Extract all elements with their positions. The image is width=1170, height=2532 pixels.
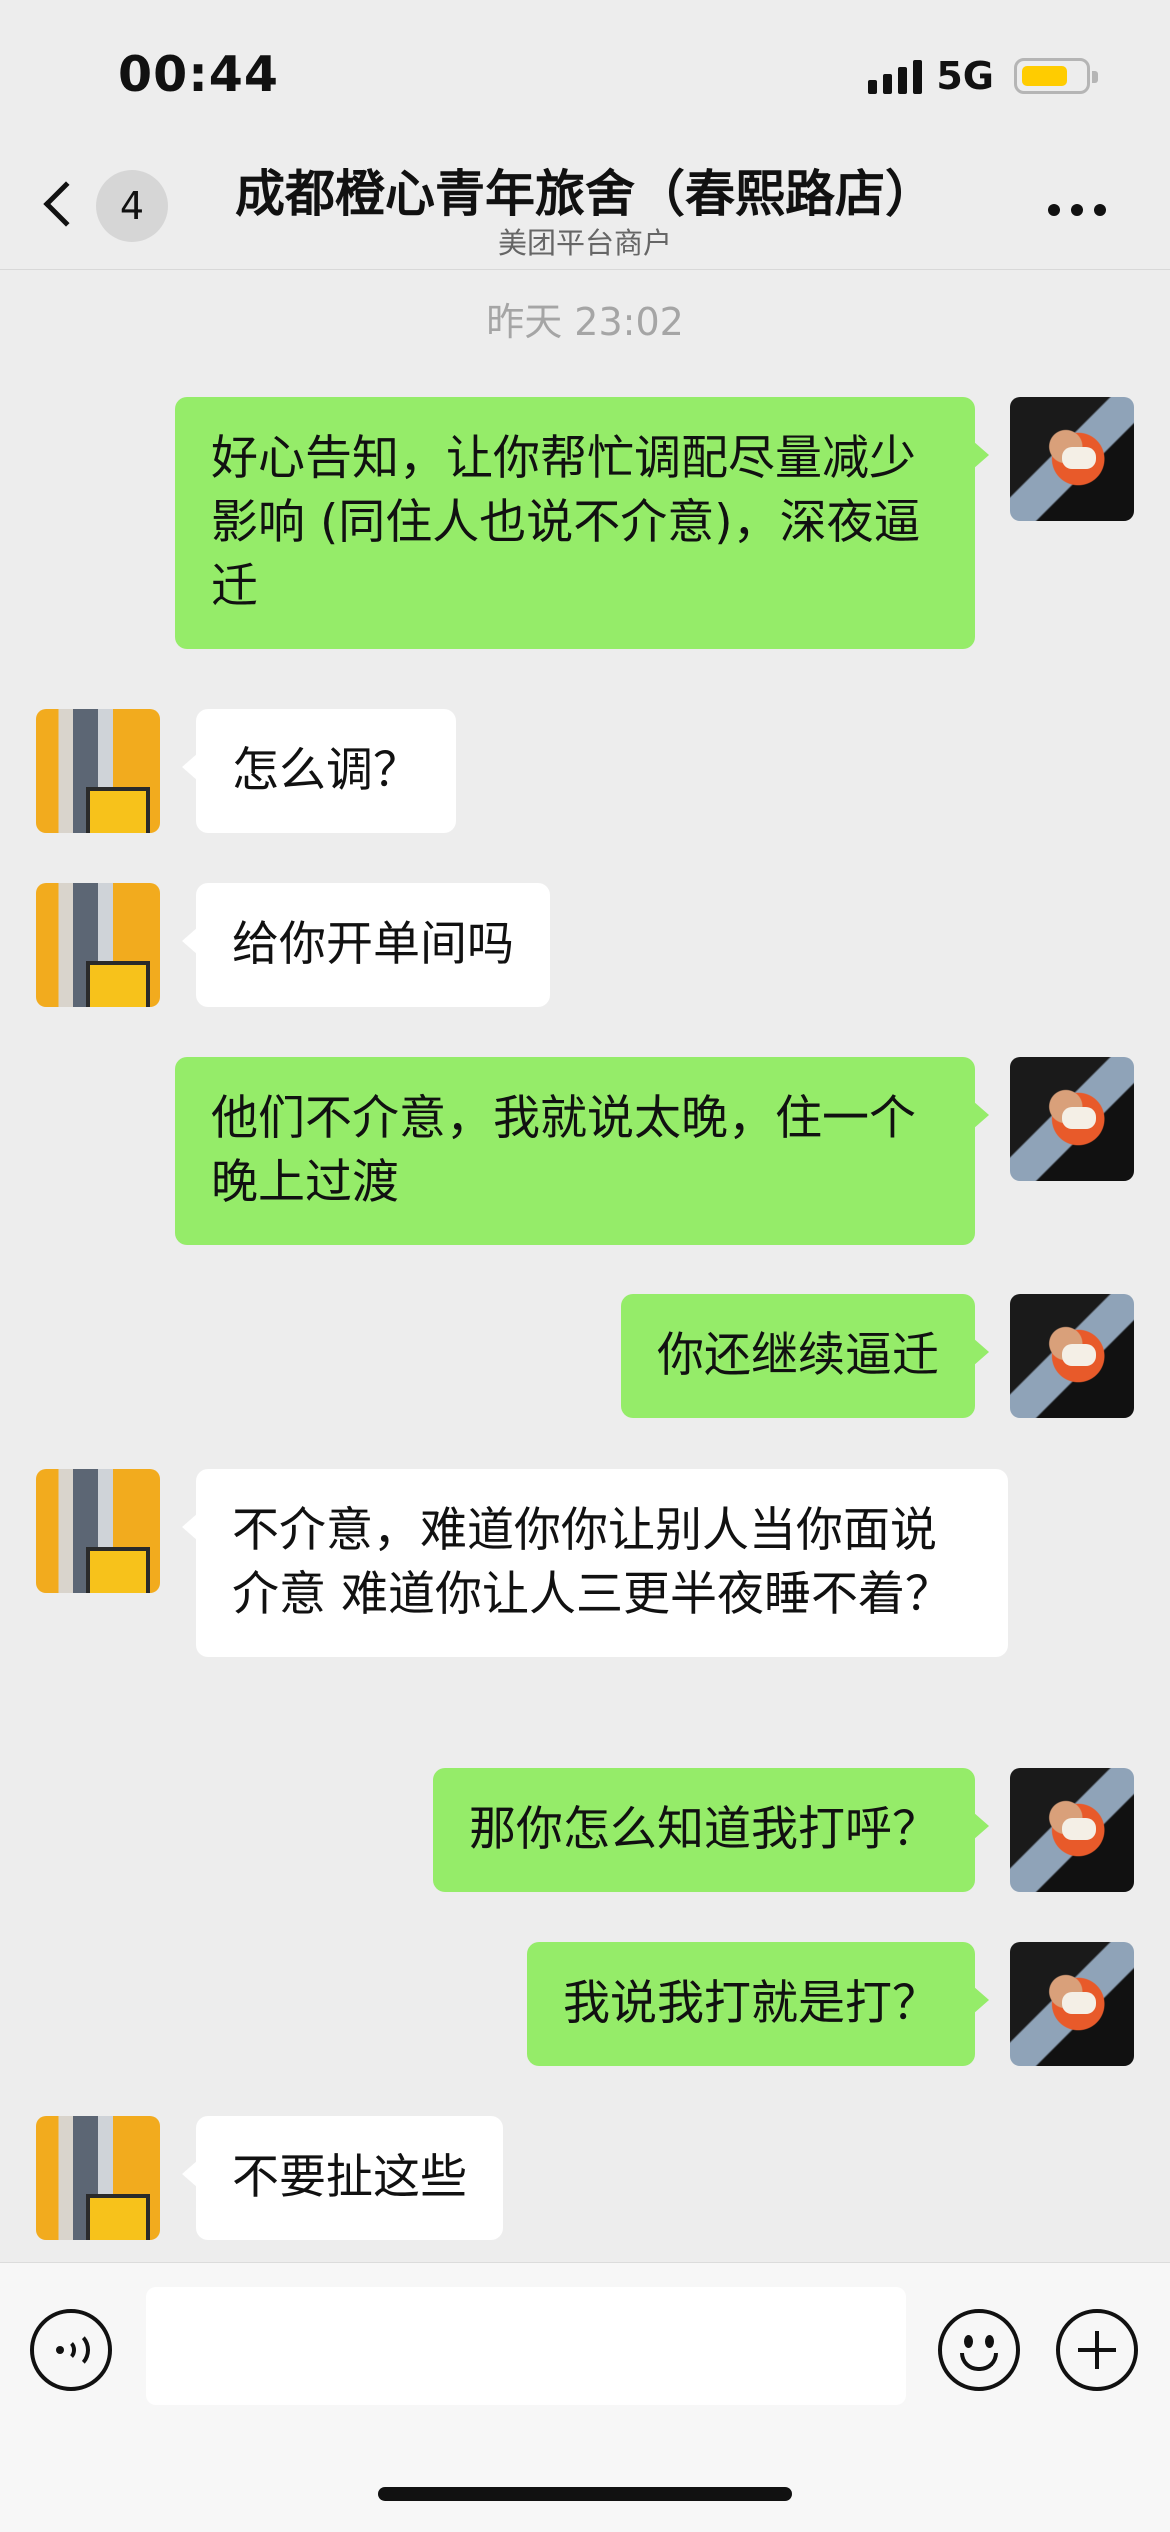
message-bubble[interactable]: 那你怎么知道我打呼？ [433, 1768, 989, 1892]
signal-icon [868, 58, 923, 94]
home-indicator[interactable] [378, 2487, 792, 2501]
merchant-avatar[interactable] [36, 1469, 160, 1593]
my-avatar[interactable] [1010, 1294, 1134, 1418]
message-timestamp: 昨天 23:02 [486, 300, 684, 344]
message-bubble[interactable]: 怎么调？ [182, 709, 456, 833]
more-options-button[interactable] [1040, 180, 1120, 240]
message-bubble[interactable]: 我说我打就是打？ [527, 1942, 989, 2066]
chat-header: 4 成都橙心青年旅舍（春熙路店） 美团平台商户 [0, 140, 1170, 270]
status-indicators: 5G [868, 54, 1098, 98]
message-bubble[interactable]: 不介意，难道你你让别人当你面说介意 难道你让人三更半夜睡不着？ [182, 1469, 1008, 1657]
message-input[interactable] [146, 2287, 906, 2405]
message-bubble[interactable]: 他们不介意，我就说太晚，住一个晚上过渡 [175, 1057, 989, 1245]
voice-input-button[interactable] [30, 2309, 112, 2391]
message-bubble[interactable]: 好心告知，让你帮忙调配尽量减少影响 (同住人也说不介意)，深夜逼迁 [175, 397, 989, 649]
message-list[interactable]: 昨天 23:02 好心告知，让你帮忙调配尽量减少影响 (同住人也说不介意)，深夜… [0, 271, 1170, 2261]
voice-icon [56, 2331, 90, 2369]
message-input-bar [0, 2262, 1170, 2532]
battery-level [1022, 66, 1067, 86]
my-avatar[interactable] [1010, 1057, 1134, 1181]
more-actions-button[interactable] [1056, 2309, 1138, 2391]
merchant-avatar[interactable] [36, 2116, 160, 2240]
status-bar: 00:44 5G [0, 0, 1170, 140]
merchant-avatar[interactable] [36, 883, 160, 1007]
my-avatar[interactable] [1010, 1768, 1134, 1892]
message-bubble[interactable]: 给你开单间吗 [182, 883, 550, 1007]
message-bubble[interactable]: 不要扯这些 [182, 2116, 503, 2240]
message-bubble[interactable]: 你还继续逼迁 [621, 1294, 989, 1418]
more-icon [1048, 204, 1106, 216]
chat-title: 成都橙心青年旅舍（春熙路店） [235, 165, 935, 223]
network-label: 5G [936, 54, 994, 98]
battery-icon [1014, 58, 1098, 94]
emoji-button[interactable] [938, 2309, 1020, 2391]
chat-subtitle: 美团平台商户 [497, 226, 672, 260]
merchant-avatar[interactable] [36, 709, 160, 833]
my-avatar[interactable] [1010, 1942, 1134, 2066]
status-time: 00:44 [118, 46, 279, 103]
my-avatar[interactable] [1010, 397, 1134, 521]
chat-screen: 00:44 5G 4 成都橙心青年旅舍（春熙路店） 美团平台商户 昨天 23:0… [0, 0, 1170, 2532]
